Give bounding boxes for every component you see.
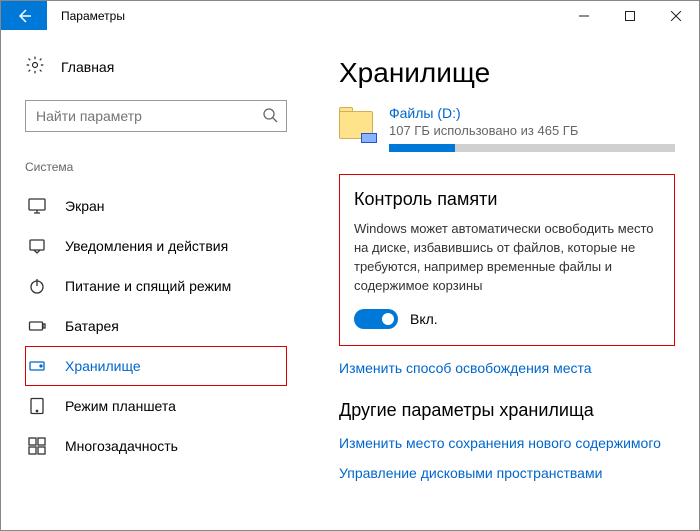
sidebar-item-display[interactable]: Экран <box>25 186 287 226</box>
storage-sense-card: Контроль памяти Windows может автоматиче… <box>339 174 675 346</box>
change-free-up-link[interactable]: Изменить способ освобождения места <box>339 360 675 376</box>
sidebar: Главная Система Экран Уведомления и дейс… <box>1 31 311 530</box>
sidebar-item-label: Питание и спящий режим <box>65 278 231 294</box>
battery-icon <box>27 317 47 335</box>
sidebar-item-multitasking[interactable]: Многозадачность <box>25 426 287 466</box>
sidebar-item-battery[interactable]: Батарея <box>25 306 287 346</box>
notification-icon <box>27 237 47 255</box>
change-save-location-link[interactable]: Изменить место сохранения нового содержи… <box>339 435 675 451</box>
drive-name: Файлы (D:) <box>389 105 675 121</box>
manage-storage-spaces-link[interactable]: Управление дисковыми пространствами <box>339 465 675 481</box>
power-icon <box>27 277 47 295</box>
minimize-button[interactable] <box>561 1 607 30</box>
maximize-button[interactable] <box>607 1 653 30</box>
titlebar: Параметры <box>1 1 699 31</box>
sidebar-item-notifications[interactable]: Уведомления и действия <box>25 226 287 266</box>
monitor-icon <box>27 197 47 215</box>
storage-icon <box>27 357 47 375</box>
search-input[interactable] <box>36 108 262 124</box>
sidebar-item-storage[interactable]: Хранилище <box>25 346 287 386</box>
storage-sense-description: Windows может автоматически освободить м… <box>354 220 660 295</box>
sidebar-item-power[interactable]: Питание и спящий режим <box>25 266 287 306</box>
sidebar-item-label: Многозадачность <box>65 438 178 454</box>
storage-sense-toggle-label: Вкл. <box>410 311 438 327</box>
close-icon <box>671 11 681 21</box>
maximize-icon <box>625 11 635 21</box>
close-button[interactable] <box>653 1 699 30</box>
sidebar-home-label: Главная <box>61 59 114 75</box>
sidebar-home[interactable]: Главная <box>25 55 287 78</box>
search-input-wrapper[interactable] <box>25 100 287 132</box>
sidebar-item-label: Батарея <box>65 318 119 334</box>
drive-row[interactable]: Файлы (D:) 107 ГБ использовано из 465 ГБ <box>339 105 675 152</box>
sidebar-item-tablet[interactable]: Режим планшета <box>25 386 287 426</box>
other-storage-heading: Другие параметры хранилища <box>339 400 675 421</box>
content-area: Хранилище Файлы (D:) 107 ГБ использовано… <box>311 31 699 530</box>
toggle-knob <box>382 313 394 325</box>
sidebar-item-label: Уведомления и действия <box>65 238 228 254</box>
search-icon <box>262 107 278 126</box>
sidebar-section-label: Система <box>25 160 287 174</box>
drive-usage-bar <box>389 144 675 152</box>
multitasking-icon <box>27 437 47 455</box>
sidebar-item-label: Режим планшета <box>65 398 176 414</box>
sidebar-item-label: Экран <box>65 198 105 214</box>
minimize-icon <box>579 11 589 21</box>
storage-sense-heading: Контроль памяти <box>354 189 660 210</box>
storage-sense-toggle[interactable] <box>354 309 398 329</box>
page-title: Хранилище <box>339 57 675 89</box>
tablet-icon <box>27 397 47 415</box>
folder-drive-icon <box>339 105 375 145</box>
back-button[interactable] <box>1 1 47 30</box>
arrow-left-icon <box>15 7 33 25</box>
sidebar-item-label: Хранилище <box>65 358 141 374</box>
gear-icon <box>25 55 45 78</box>
window-title: Параметры <box>47 1 125 30</box>
drive-usage-text: 107 ГБ использовано из 465 ГБ <box>389 123 675 138</box>
